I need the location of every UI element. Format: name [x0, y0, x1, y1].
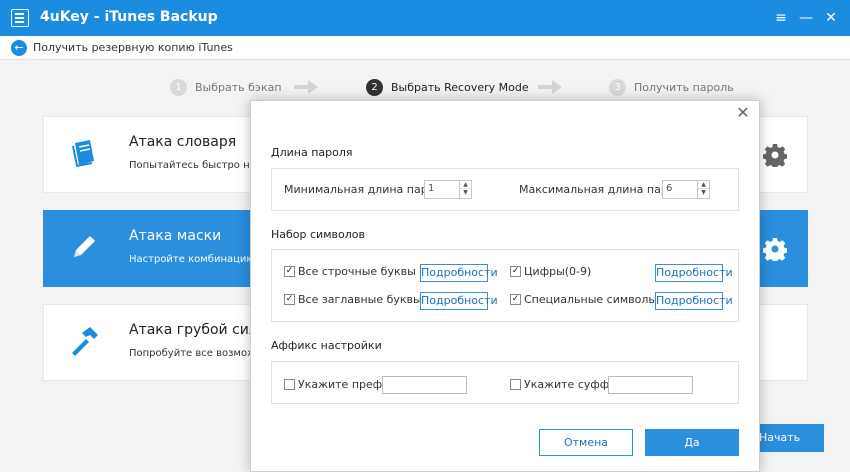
prefix-input[interactable]	[382, 376, 467, 394]
special-chars-checkbox[interactable]: ✓	[510, 294, 521, 305]
min-length-stepper[interactable]: 1 ▲ ▼	[424, 180, 472, 199]
step-2: 2 Выбрать Recovery Mode	[366, 78, 529, 96]
lowercase-checkbox[interactable]: ✓	[284, 266, 295, 277]
max-length-stepper[interactable]: 6 ▲ ▼	[662, 180, 710, 199]
ok-button[interactable]: Да	[645, 429, 739, 456]
step-number: 1	[170, 78, 187, 96]
minimize-icon[interactable]: —	[795, 7, 817, 29]
card-title: Атака словаря	[129, 134, 237, 150]
step-3: 3 Получить пароль	[609, 78, 734, 96]
step-number: 3	[609, 78, 626, 96]
uppercase-details-button[interactable]: Подробности	[420, 292, 498, 310]
breadcrumb: Получить резервную копию iTunes	[33, 41, 233, 54]
book-icon	[72, 140, 94, 168]
min-length-value: 1	[428, 183, 435, 194]
step-1: 1 Выбрать бэкап	[170, 78, 282, 96]
step-arrow-icon	[294, 80, 318, 94]
uppercase-checkbox[interactable]: ✓	[284, 294, 295, 305]
close-icon[interactable]: ✕	[735, 105, 751, 121]
pencil-icon	[74, 236, 95, 257]
menu-icon[interactable]: ≡	[770, 7, 792, 29]
cancel-button[interactable]: Отмена	[539, 429, 633, 456]
back-arrow-icon[interactable]: ←	[11, 40, 27, 56]
charset-box: ✓ Все строчные буквы (a-z) Подробности ✓…	[271, 249, 739, 322]
close-window-icon[interactable]: ✕	[820, 7, 842, 29]
decrement-icon[interactable]: ▼	[460, 189, 471, 197]
digits-checkbox[interactable]: ✓	[510, 266, 521, 277]
digits-label: Цифры(0-9)	[524, 265, 592, 278]
navigation-bar: ← Получить резервную копию iTunes	[0, 36, 850, 60]
lowercase-details-button[interactable]: Подробности	[420, 264, 498, 282]
window-title: 4uKey - iTunes Backup	[40, 9, 218, 25]
gear-icon[interactable]	[763, 237, 787, 261]
suffix-input[interactable]	[608, 376, 693, 394]
step-label: Выбрать Recovery Mode	[391, 80, 529, 94]
max-length-value: 6	[666, 183, 673, 194]
hammer-icon	[72, 327, 98, 356]
password-length-title: Длина пароля	[271, 146, 353, 159]
digits-details-button[interactable]: Подробности	[655, 264, 733, 282]
title-bar: 4uKey - iTunes Backup ≡ — ✕	[0, 0, 850, 36]
suffix-checkbox[interactable]	[510, 379, 521, 390]
step-arrow-icon	[538, 80, 562, 94]
step-label: Получить пароль	[634, 80, 734, 94]
increment-icon[interactable]: ▲	[460, 181, 471, 189]
prefix-checkbox[interactable]	[284, 379, 295, 390]
step-label: Выбрать бэкап	[195, 80, 282, 94]
increment-icon[interactable]: ▲	[698, 181, 709, 189]
gear-icon[interactable]	[763, 143, 787, 167]
app-logo-icon	[11, 9, 29, 27]
affix-title: Аффикс настройки	[271, 339, 382, 352]
affix-box: Укажите префикс: Укажите суффикс:	[271, 361, 739, 404]
step-number: 2	[366, 78, 383, 96]
card-title: Атака маски	[129, 228, 222, 244]
mask-settings-dialog: ✕ Длина пароля Минимальная длина пароля …	[250, 100, 760, 472]
decrement-icon[interactable]: ▼	[698, 189, 709, 197]
special-chars-details-button[interactable]: Подробности	[655, 292, 733, 310]
password-length-box: Минимальная длина пароля 1 ▲ ▼ Максималь…	[271, 168, 739, 211]
charset-title: Набор символов	[271, 228, 365, 241]
